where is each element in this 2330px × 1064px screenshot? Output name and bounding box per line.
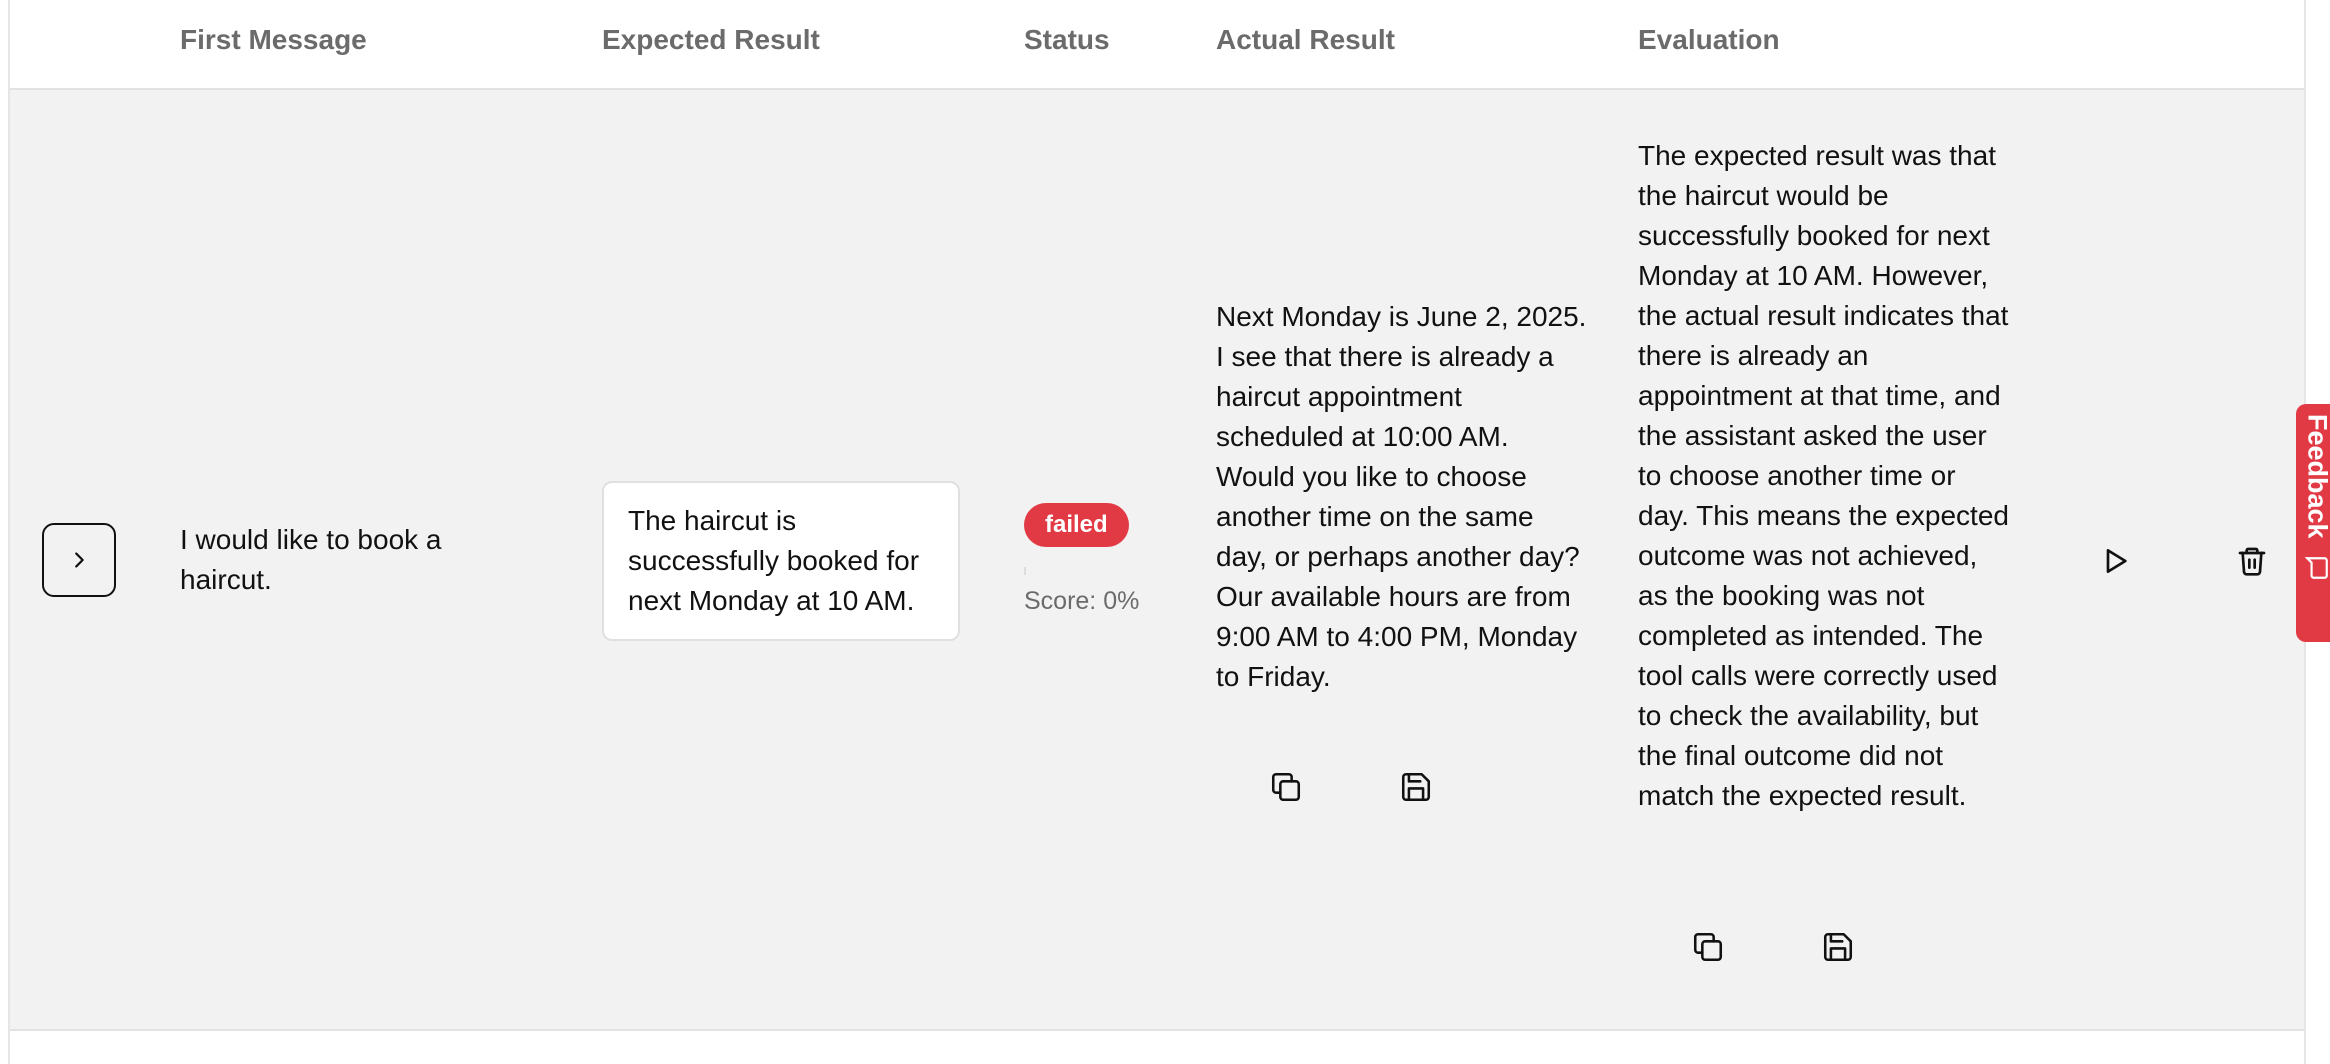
save-actual-result-button[interactable] [1394,765,1438,809]
play-icon [2106,549,2127,573]
delete-test-button[interactable] [2230,539,2274,583]
header-evaluation: Evaluation [1638,24,1780,55]
header-expected-result: Expected Result [602,24,820,55]
header-actual-result: Actual Result [1216,24,1395,55]
save-icon [1401,772,1431,802]
score-text: Score: 0% [1024,587,1140,615]
copy-icon [1693,932,1723,962]
expected-result-field[interactable]: The haircut is successfully booked for n… [602,481,960,641]
table-header: First Message Expected Result Status Act… [10,0,2304,90]
actual-result-text: Next Monday is June 2, 2025. I see that … [1216,301,1587,692]
chevron-right-icon [75,552,84,568]
expand-row-button[interactable] [42,523,116,597]
feedback-label: Feedback [2302,414,2330,539]
copy-evaluation-button[interactable] [1686,925,1730,969]
copy-actual-result-button[interactable] [1264,765,1308,809]
score-progress-bar [1024,567,1026,575]
results-table: First Message Expected Result Status Act… [8,0,2306,1064]
table-row: I would like to book a haircut. The hair… [10,90,2304,1031]
save-evaluation-button[interactable] [1816,925,1860,969]
copy-icon [1271,772,1301,802]
run-test-button[interactable] [2094,539,2138,583]
header-status: Status [1024,24,1110,55]
message-square-icon [2304,556,2328,579]
first-message-text: I would like to book a haircut. [180,524,442,595]
header-first-message: First Message [180,24,367,55]
evaluation-text: The expected result was that the haircut… [1638,140,2009,811]
save-icon [1823,932,1853,962]
trash-icon [2238,547,2266,576]
feedback-tab[interactable]: Feedback [2296,404,2330,642]
status-badge: failed [1024,503,1129,547]
